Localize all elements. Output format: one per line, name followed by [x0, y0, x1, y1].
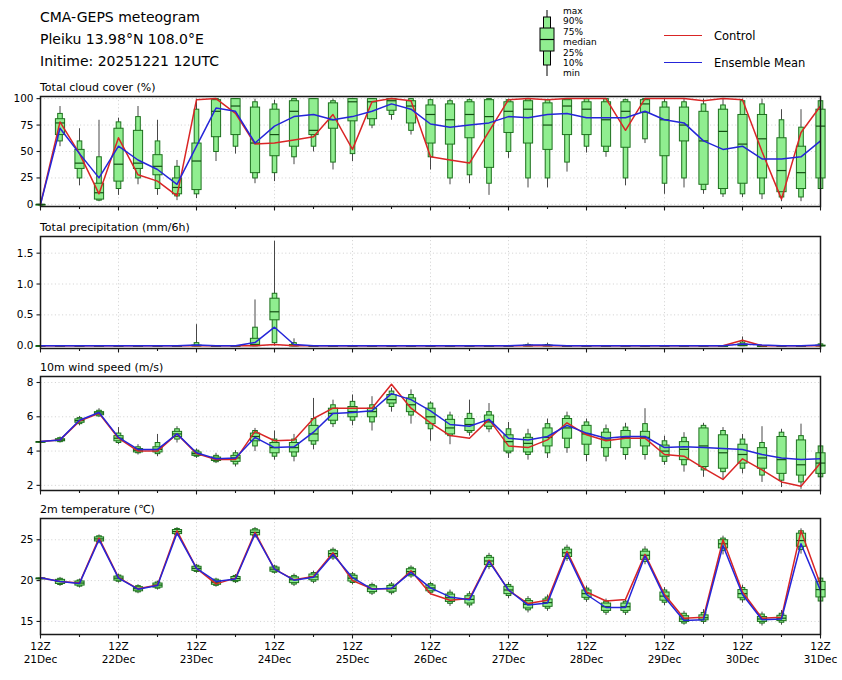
svg-text:12Z: 12Z — [342, 640, 363, 652]
svg-text:12Z: 12Z — [810, 640, 831, 652]
axis-ticks: 0.0 0.5 1.0 1.5 — [17, 247, 821, 353]
svg-text:12Z: 12Z — [108, 640, 129, 652]
svg-text:20: 20 — [20, 574, 33, 586]
grid — [41, 237, 821, 349]
svg-text:25Dec: 25Dec — [336, 653, 370, 665]
svg-text:12Z: 12Z — [186, 640, 207, 652]
svg-text:8: 8 — [27, 376, 34, 388]
meteogram-page: CMA-GEPS meteogram Pleiku 13.98°N 108.0°… — [0, 0, 842, 680]
svg-text:12Z: 12Z — [30, 640, 51, 652]
svg-text:0.5: 0.5 — [17, 308, 34, 320]
svg-text:100: 100 — [13, 92, 33, 104]
svg-text:6: 6 — [27, 410, 34, 422]
svg-text:26Dec: 26Dec — [414, 653, 448, 665]
svg-text:21Dec: 21Dec — [24, 653, 58, 665]
svg-text:15: 15 — [20, 615, 33, 627]
svg-text:1.0: 1.0 — [17, 278, 34, 290]
svg-text:12Z: 12Z — [732, 640, 753, 652]
svg-text:12Z: 12Z — [576, 640, 597, 652]
svg-text:22Dec: 22Dec — [102, 653, 136, 665]
svg-text:12Z: 12Z — [264, 640, 285, 652]
svg-text:31Dec: 31Dec — [804, 653, 838, 665]
boxplots — [36, 99, 825, 205]
svg-text:0.0: 0.0 — [17, 339, 34, 351]
svg-text:25: 25 — [20, 171, 33, 183]
boxplots — [36, 388, 825, 489]
svg-text:0: 0 — [27, 198, 34, 210]
svg-text:2: 2 — [27, 479, 34, 491]
svg-text:12Z: 12Z — [420, 640, 441, 652]
svg-text:28Dec: 28Dec — [570, 653, 604, 665]
svg-text:1.5: 1.5 — [17, 247, 34, 259]
x-axis-labels: 12Z21Dec12Z22Dec12Z23Dec12Z24Dec12Z25Dec… — [24, 640, 838, 665]
svg-text:23Dec: 23Dec — [180, 653, 214, 665]
wind-speed-panel: 2 4 6 8 — [27, 376, 825, 495]
svg-text:27Dec: 27Dec — [492, 653, 526, 665]
ensemble-mean-series — [41, 327, 821, 346]
svg-text:29Dec: 29Dec — [648, 653, 682, 665]
svg-text:4: 4 — [27, 445, 34, 457]
temperature-panel: 15202512Z21Dec12Z22Dec12Z23Dec12Z24Dec12… — [20, 519, 837, 665]
precipitation-panel: 0.0 0.5 1.0 1.5 — [17, 237, 825, 353]
svg-text:75: 75 — [20, 119, 33, 131]
svg-text:30Dec: 30Dec — [726, 653, 760, 665]
cloud-cover-panel: 0 25 50 75 100 — [13, 92, 825, 210]
svg-text:24Dec: 24Dec — [258, 653, 292, 665]
svg-text:50: 50 — [20, 145, 33, 157]
meteogram-chart: 02550751000.00.51.01.5246815202512Z21Dec… — [0, 0, 842, 680]
svg-text:12Z: 12Z — [498, 640, 519, 652]
svg-text:12Z: 12Z — [654, 640, 675, 652]
svg-text:25: 25 — [20, 533, 33, 545]
